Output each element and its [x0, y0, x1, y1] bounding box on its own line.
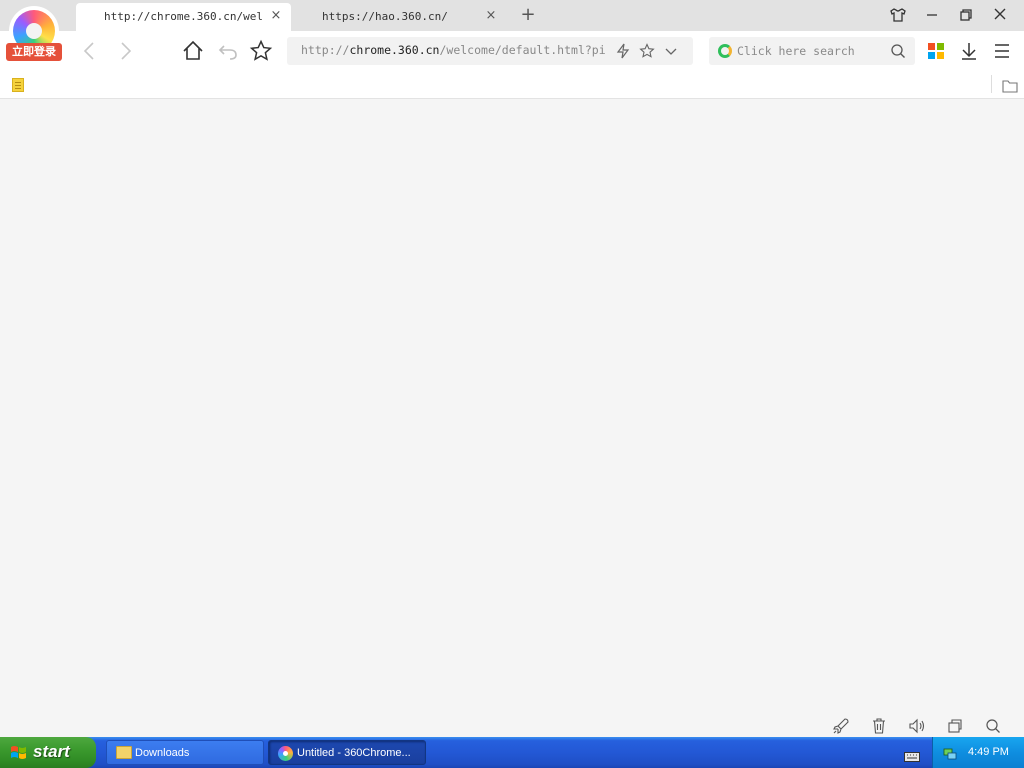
search-box[interactable] [709, 37, 915, 65]
address-bar[interactable]: http://chrome.360.cn/welcome/default.htm… [287, 37, 693, 65]
url-prefix: http:// [301, 43, 350, 57]
login-badge[interactable]: 立即登录 [6, 43, 62, 61]
back-icon[interactable] [78, 39, 102, 63]
home-icon[interactable] [181, 39, 205, 63]
bookmarks-divider [991, 75, 992, 93]
taskbar-item-label: Downloads [135, 747, 190, 759]
minimize-icon[interactable] [921, 5, 943, 25]
tab-title: https://hao.360.cn/ [322, 10, 448, 23]
tab-close-icon[interactable]: × [484, 8, 498, 24]
new-tab-button[interactable]: + [518, 4, 538, 26]
url-text[interactable]: http://chrome.360.cn/welcome/default.htm… [301, 43, 606, 57]
windows-taskbar: start Downloads Untitled - 360Chrome... … [0, 737, 1024, 768]
close-window-icon[interactable] [989, 5, 1011, 25]
lightning-icon[interactable] [615, 43, 631, 59]
taskbar-item-downloads[interactable]: Downloads [106, 740, 264, 765]
taskbar-item-label: Untitled - 360Chrome... [297, 747, 411, 759]
apps-grid-icon[interactable] [925, 40, 947, 62]
forward-icon[interactable] [113, 39, 137, 63]
zoom-icon[interactable] [984, 717, 1002, 735]
360chrome-icon [278, 746, 293, 761]
clock[interactable]: 4:49 PM [968, 746, 1009, 758]
search-icon[interactable] [890, 43, 906, 59]
bookmark-note-icon[interactable] [12, 78, 24, 92]
restore-icon[interactable] [955, 5, 977, 25]
keyboard-icon[interactable] [904, 747, 920, 762]
volume-icon[interactable] [908, 717, 926, 735]
search-input[interactable] [737, 42, 887, 60]
url-path: /welcome/default.html?pid= [439, 43, 606, 57]
download-icon[interactable] [958, 40, 980, 62]
favorite-star-icon[interactable] [249, 39, 273, 63]
window-icon[interactable] [946, 717, 964, 735]
start-label: start [33, 742, 70, 761]
undo-icon[interactable] [216, 39, 240, 63]
tab-chrome-welcome[interactable]: http://chrome.360.cn/welcome/default.htm… [76, 3, 291, 31]
tab-close-icon[interactable]: × [269, 8, 283, 24]
search-engine-icon [718, 44, 732, 58]
browser-toolbar: http://chrome.360.cn/welcome/default.htm… [0, 31, 1024, 71]
folder-icon[interactable] [1002, 78, 1018, 93]
tab-title: http://chrome.360.cn/welcome/default.htm… [104, 10, 264, 23]
browser-status-bar [0, 714, 1024, 737]
rocket-icon[interactable] [832, 717, 850, 735]
page-content-area[interactable] [0, 100, 1024, 714]
url-host: chrome.360.cn [349, 43, 440, 57]
taskbar-item-360chrome[interactable]: Untitled - 360Chrome... [268, 740, 426, 765]
start-button[interactable]: start [0, 737, 96, 768]
system-tray: 4:49 PM [932, 737, 1024, 768]
folder-icon [116, 746, 132, 759]
network-icon[interactable] [943, 746, 957, 760]
skin-shirt-icon[interactable] [887, 5, 909, 25]
tab-hao360[interactable]: https://hao.360.cn/ × [294, 3, 506, 31]
windows-flag-icon [11, 746, 26, 759]
star-icon[interactable] [639, 43, 655, 59]
tab-strip: 立即登录 http://chrome.360.cn/welcome/defaul… [0, 0, 1024, 61]
dropdown-chevron-icon[interactable] [663, 43, 679, 59]
menu-icon[interactable] [991, 40, 1013, 62]
bookmarks-bar [0, 71, 1024, 99]
trash-icon[interactable] [870, 717, 888, 735]
